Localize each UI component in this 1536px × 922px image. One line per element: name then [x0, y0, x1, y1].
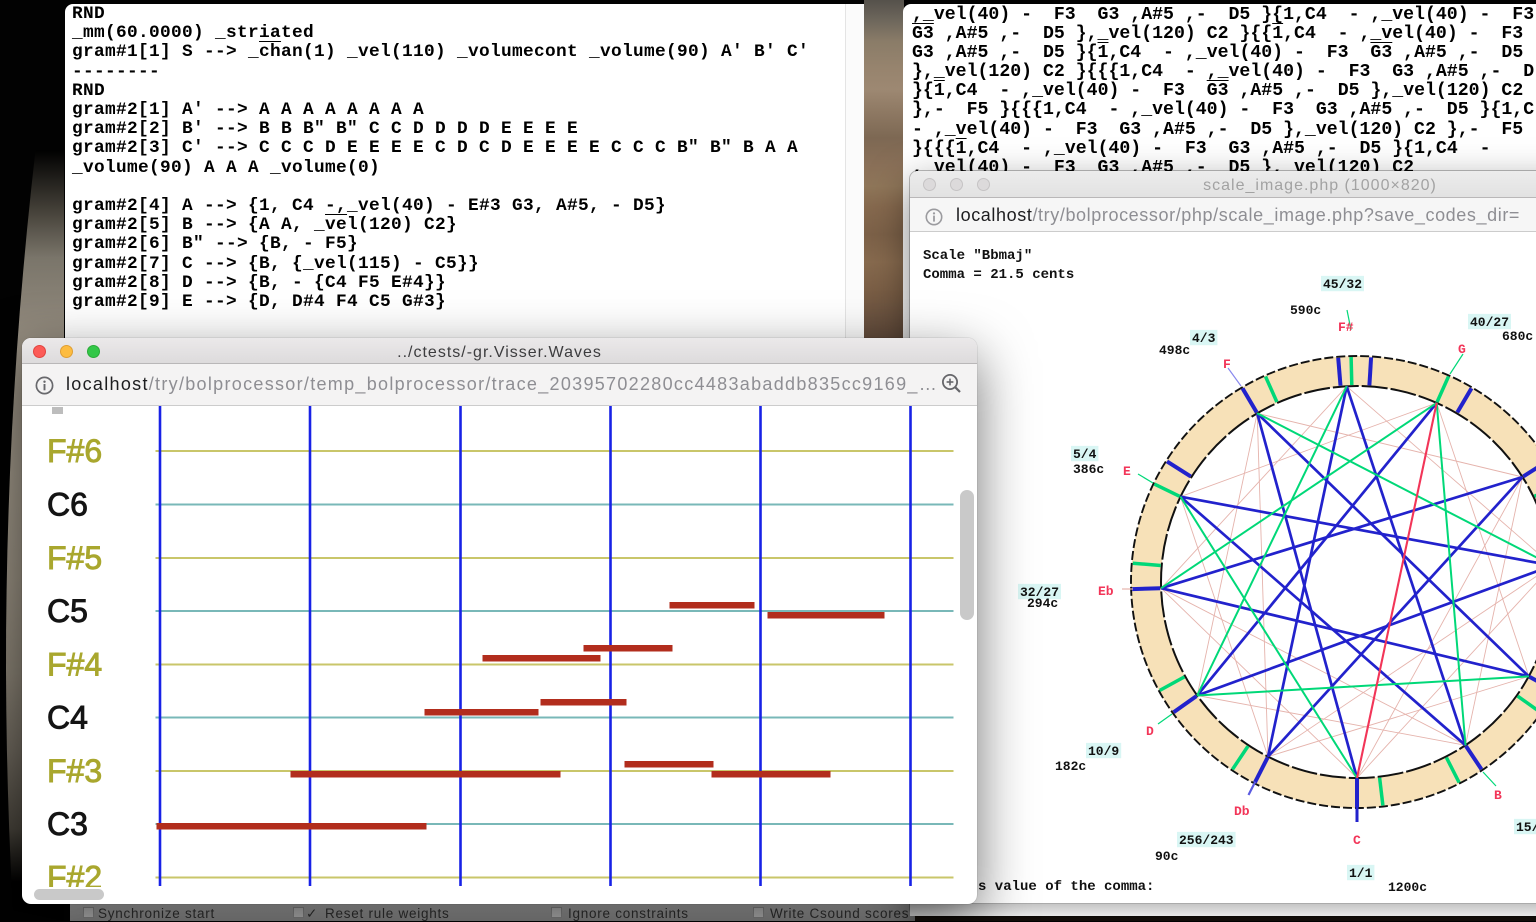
svg-text:10/9: 10/9: [1088, 744, 1119, 759]
svg-text:C: C: [1353, 833, 1361, 848]
svg-text:1/1: 1/1: [1349, 866, 1373, 881]
svg-text:15/8: 15/8: [1516, 820, 1536, 835]
svg-text:Db: Db: [1234, 804, 1250, 819]
svg-text:4/3: 4/3: [1192, 331, 1216, 346]
svg-text:F#: F#: [1338, 320, 1354, 335]
svg-text:C5: C5: [47, 593, 88, 629]
svg-text:Scale "Bbmaj": Scale "Bbmaj": [923, 248, 1032, 264]
svg-text:F#2: F#2: [47, 860, 102, 888]
svg-text:498c: 498c: [1159, 343, 1190, 358]
svg-text:C4: C4: [47, 700, 88, 736]
svg-text:F#4: F#4: [47, 647, 102, 683]
svg-text:40/27: 40/27: [1470, 315, 1509, 330]
svg-text:5/4: 5/4: [1073, 447, 1097, 462]
svg-text:45/32: 45/32: [1323, 277, 1362, 292]
svg-text:182c: 182c: [1055, 759, 1086, 774]
svg-text:Comma = 21.5 cents: Comma = 21.5 cents: [923, 267, 1074, 283]
svg-text:B: B: [1494, 788, 1502, 803]
svg-text:1200c: 1200c: [1388, 880, 1427, 895]
svg-text:C6: C6: [47, 487, 88, 523]
svg-text:C3: C3: [47, 806, 88, 842]
svg-text:590c: 590c: [1290, 303, 1321, 318]
svg-text:Eb: Eb: [1098, 584, 1114, 599]
svg-text:s value of the comma:: s value of the comma:: [978, 879, 1154, 895]
svg-text:G: G: [1458, 342, 1466, 357]
svg-text:F: F: [1223, 357, 1231, 372]
svg-text:F#6: F#6: [47, 433, 102, 469]
svg-text:90c: 90c: [1155, 849, 1179, 864]
svg-text:D: D: [1146, 724, 1154, 739]
svg-text:E: E: [1123, 464, 1131, 479]
svg-text:294c: 294c: [1027, 596, 1058, 611]
svg-text:F#3: F#3: [47, 753, 102, 789]
svg-text:386c: 386c: [1073, 462, 1104, 477]
svg-text:256/243: 256/243: [1179, 833, 1234, 848]
svg-text:F#5: F#5: [47, 540, 102, 576]
svg-text:680c: 680c: [1502, 329, 1533, 344]
